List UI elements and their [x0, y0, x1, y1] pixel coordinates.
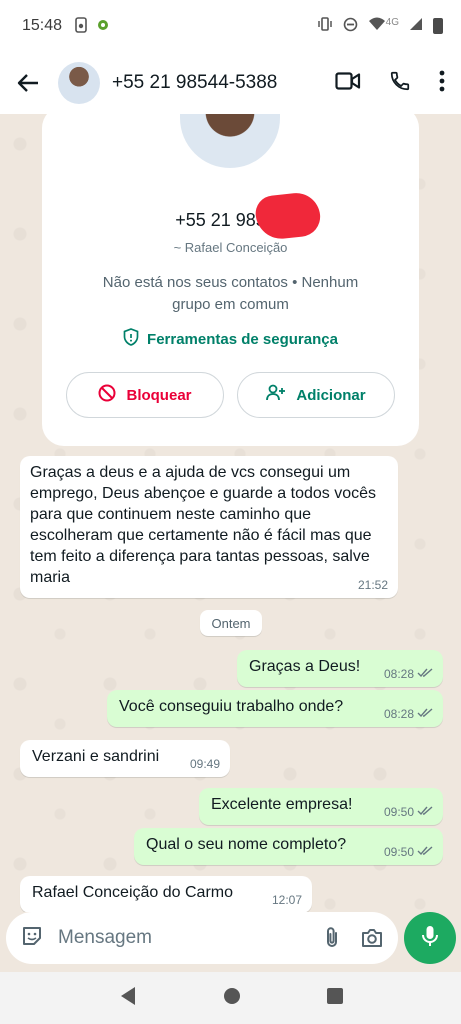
attach-icon[interactable]	[322, 926, 342, 950]
back-arrow-icon[interactable]	[12, 67, 44, 99]
safety-tools-link[interactable]: Ferramentas de segurança	[42, 328, 419, 350]
camera-icon[interactable]	[360, 927, 384, 949]
contact-info-card: +55 21 98544 ~ Rafael Conceição Não está…	[42, 114, 419, 446]
message-text: Graças a Deus!	[249, 658, 361, 675]
battery-icon	[433, 18, 443, 34]
double-check-icon	[417, 842, 433, 863]
network-type-label: 4G	[385, 16, 399, 28]
message-time: 21:52	[357, 578, 388, 592]
message-time: 09:49	[189, 757, 220, 771]
contact-phone: +55 21 98544	[175, 210, 286, 230]
message-input[interactable]: Mensagem	[58, 927, 304, 949]
block-button[interactable]: Bloquear	[66, 372, 224, 418]
double-check-icon	[417, 704, 433, 725]
nav-back-icon[interactable]	[119, 986, 137, 1011]
message-time: 08:28	[383, 667, 414, 681]
message-bubble-outgoing[interactable]: Graças a Deus! 08:28	[237, 650, 443, 687]
message-text: Você conseguiu trabalho onde?	[119, 698, 344, 715]
chat-area[interactable]: +55 21 98544 ~ Rafael Conceição Não está…	[0, 114, 461, 912]
message-text: Rafael Conceição do Carmo	[32, 884, 233, 901]
double-check-icon	[417, 664, 433, 685]
video-call-icon[interactable]	[335, 71, 361, 96]
app-notification-icon	[96, 18, 110, 35]
message-time: 09:50	[383, 805, 414, 819]
message-time: 08:28	[383, 707, 414, 721]
wifi-icon	[368, 17, 386, 35]
add-person-icon	[266, 384, 286, 406]
contact-name[interactable]: +55 21 98544-5388	[112, 72, 277, 94]
message-bubble-outgoing[interactable]: Excelente empresa! 09:50	[199, 788, 443, 825]
microphone-icon	[421, 924, 439, 953]
vibrate-icon	[317, 17, 333, 35]
message-composer[interactable]: Mensagem	[6, 912, 398, 964]
chat-header: +55 21 98544-5388	[0, 52, 461, 114]
block-button-label: Bloquear	[126, 386, 192, 404]
cell-signal-icon	[409, 17, 423, 35]
contact-info-text: Não está nos seus contatos • Nenhum grup…	[102, 274, 359, 313]
redaction-mark	[253, 190, 323, 242]
message-text: Verzani e sandrini	[32, 748, 160, 765]
do-not-disturb-icon	[343, 17, 358, 36]
sticker-icon[interactable]	[20, 924, 44, 953]
message-text: Graças a deus e a ajuda de vcs consegui …	[30, 464, 377, 586]
safety-tools-label: Ferramentas de segurança	[147, 330, 338, 348]
message-time: 12:07	[271, 893, 302, 907]
contact-avatar[interactable]	[58, 62, 100, 104]
add-contact-label: Adicionar	[296, 386, 366, 404]
system-navigation-bar	[0, 972, 461, 1024]
screenshot-notification-icon	[74, 16, 88, 36]
double-check-icon	[417, 802, 433, 823]
message-text: Excelente empresa!	[211, 796, 353, 813]
status-time: 15:48	[22, 17, 63, 34]
message-bubble-incoming[interactable]: Verzani e sandrini 09:49	[20, 740, 230, 777]
contact-alias: ~ Rafael Conceição	[173, 240, 288, 255]
more-options-icon[interactable]	[439, 70, 445, 97]
block-icon	[98, 384, 116, 406]
nav-home-icon[interactable]	[223, 987, 241, 1010]
message-time: 09:50	[383, 845, 414, 859]
message-bubble-incoming[interactable]: Graças a deus e a ajuda de vcs consegui …	[20, 456, 398, 598]
message-bubble-incoming[interactable]: Rafael Conceição do Carmo 12:07	[20, 876, 312, 912]
add-contact-button[interactable]: Adicionar	[237, 372, 395, 418]
contact-profile-photo[interactable]	[180, 114, 280, 168]
message-bubble-outgoing[interactable]: Você conseguiu trabalho onde? 08:28	[107, 690, 443, 727]
voice-call-icon[interactable]	[389, 70, 411, 97]
message-text: Qual o seu nome completo?	[146, 836, 347, 853]
shield-icon	[123, 328, 139, 350]
nav-recents-icon[interactable]	[326, 987, 343, 1009]
voice-message-button[interactable]	[404, 912, 456, 964]
status-bar: 15:48 4G	[0, 0, 461, 52]
date-separator: Ontem	[200, 610, 262, 636]
message-bubble-outgoing[interactable]: Qual o seu nome completo? 09:50	[134, 828, 443, 865]
